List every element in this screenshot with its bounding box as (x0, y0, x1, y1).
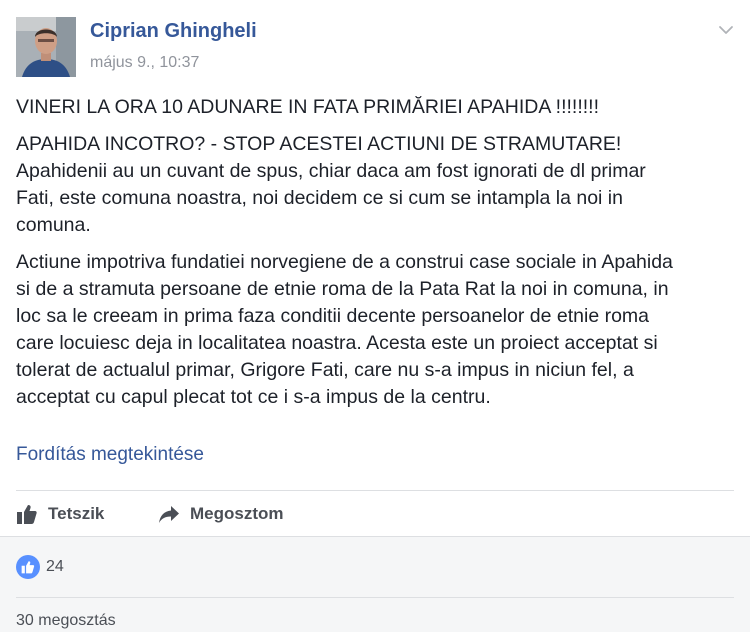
post-paragraph: VINERI LA ORA 10 ADUNARE IN FATA PRIMĂRI… (16, 96, 600, 118)
divider (16, 490, 734, 491)
facebook-post: Ciprian Ghingheli május 9., 10:37 VINERI… (0, 0, 750, 632)
share-button[interactable]: Megosztom (158, 500, 284, 528)
share-arrow-icon (159, 506, 179, 523)
share-button-label: Megosztom (190, 504, 284, 523)
thumbs-up-icon (17, 505, 37, 524)
post-paragraph: Actiune impotriva fundatiei norvegiene d… (16, 251, 673, 408)
divider (16, 597, 734, 598)
post-timestamp[interactable]: május 9., 10:37 (90, 54, 199, 72)
reaction-summary[interactable]: 24 (16, 555, 64, 579)
author-avatar[interactable] (16, 17, 76, 77)
like-reaction-icon (16, 555, 40, 579)
avatar-photo (16, 17, 76, 77)
like-button[interactable]: Tetszik (16, 500, 104, 528)
post-body: VINERI LA ORA 10 ADUNARE IN FATA PRIMĂRI… (16, 94, 732, 421)
reaction-count: 24 (46, 558, 64, 575)
author-name[interactable]: Ciprian Ghingheli (90, 20, 257, 43)
see-translation-link[interactable]: Fordítás megtekintése (16, 444, 204, 466)
chevron-down-icon[interactable] (714, 18, 738, 42)
post-paragraph: APAHIDA INCOTRO? - STOP ACESTEI ACTIUNI … (16, 133, 646, 236)
like-button-label: Tetszik (48, 504, 105, 523)
share-count-link[interactable]: 30 megosztás (16, 612, 116, 630)
post-footer: 24 30 megosztás (0, 536, 750, 632)
